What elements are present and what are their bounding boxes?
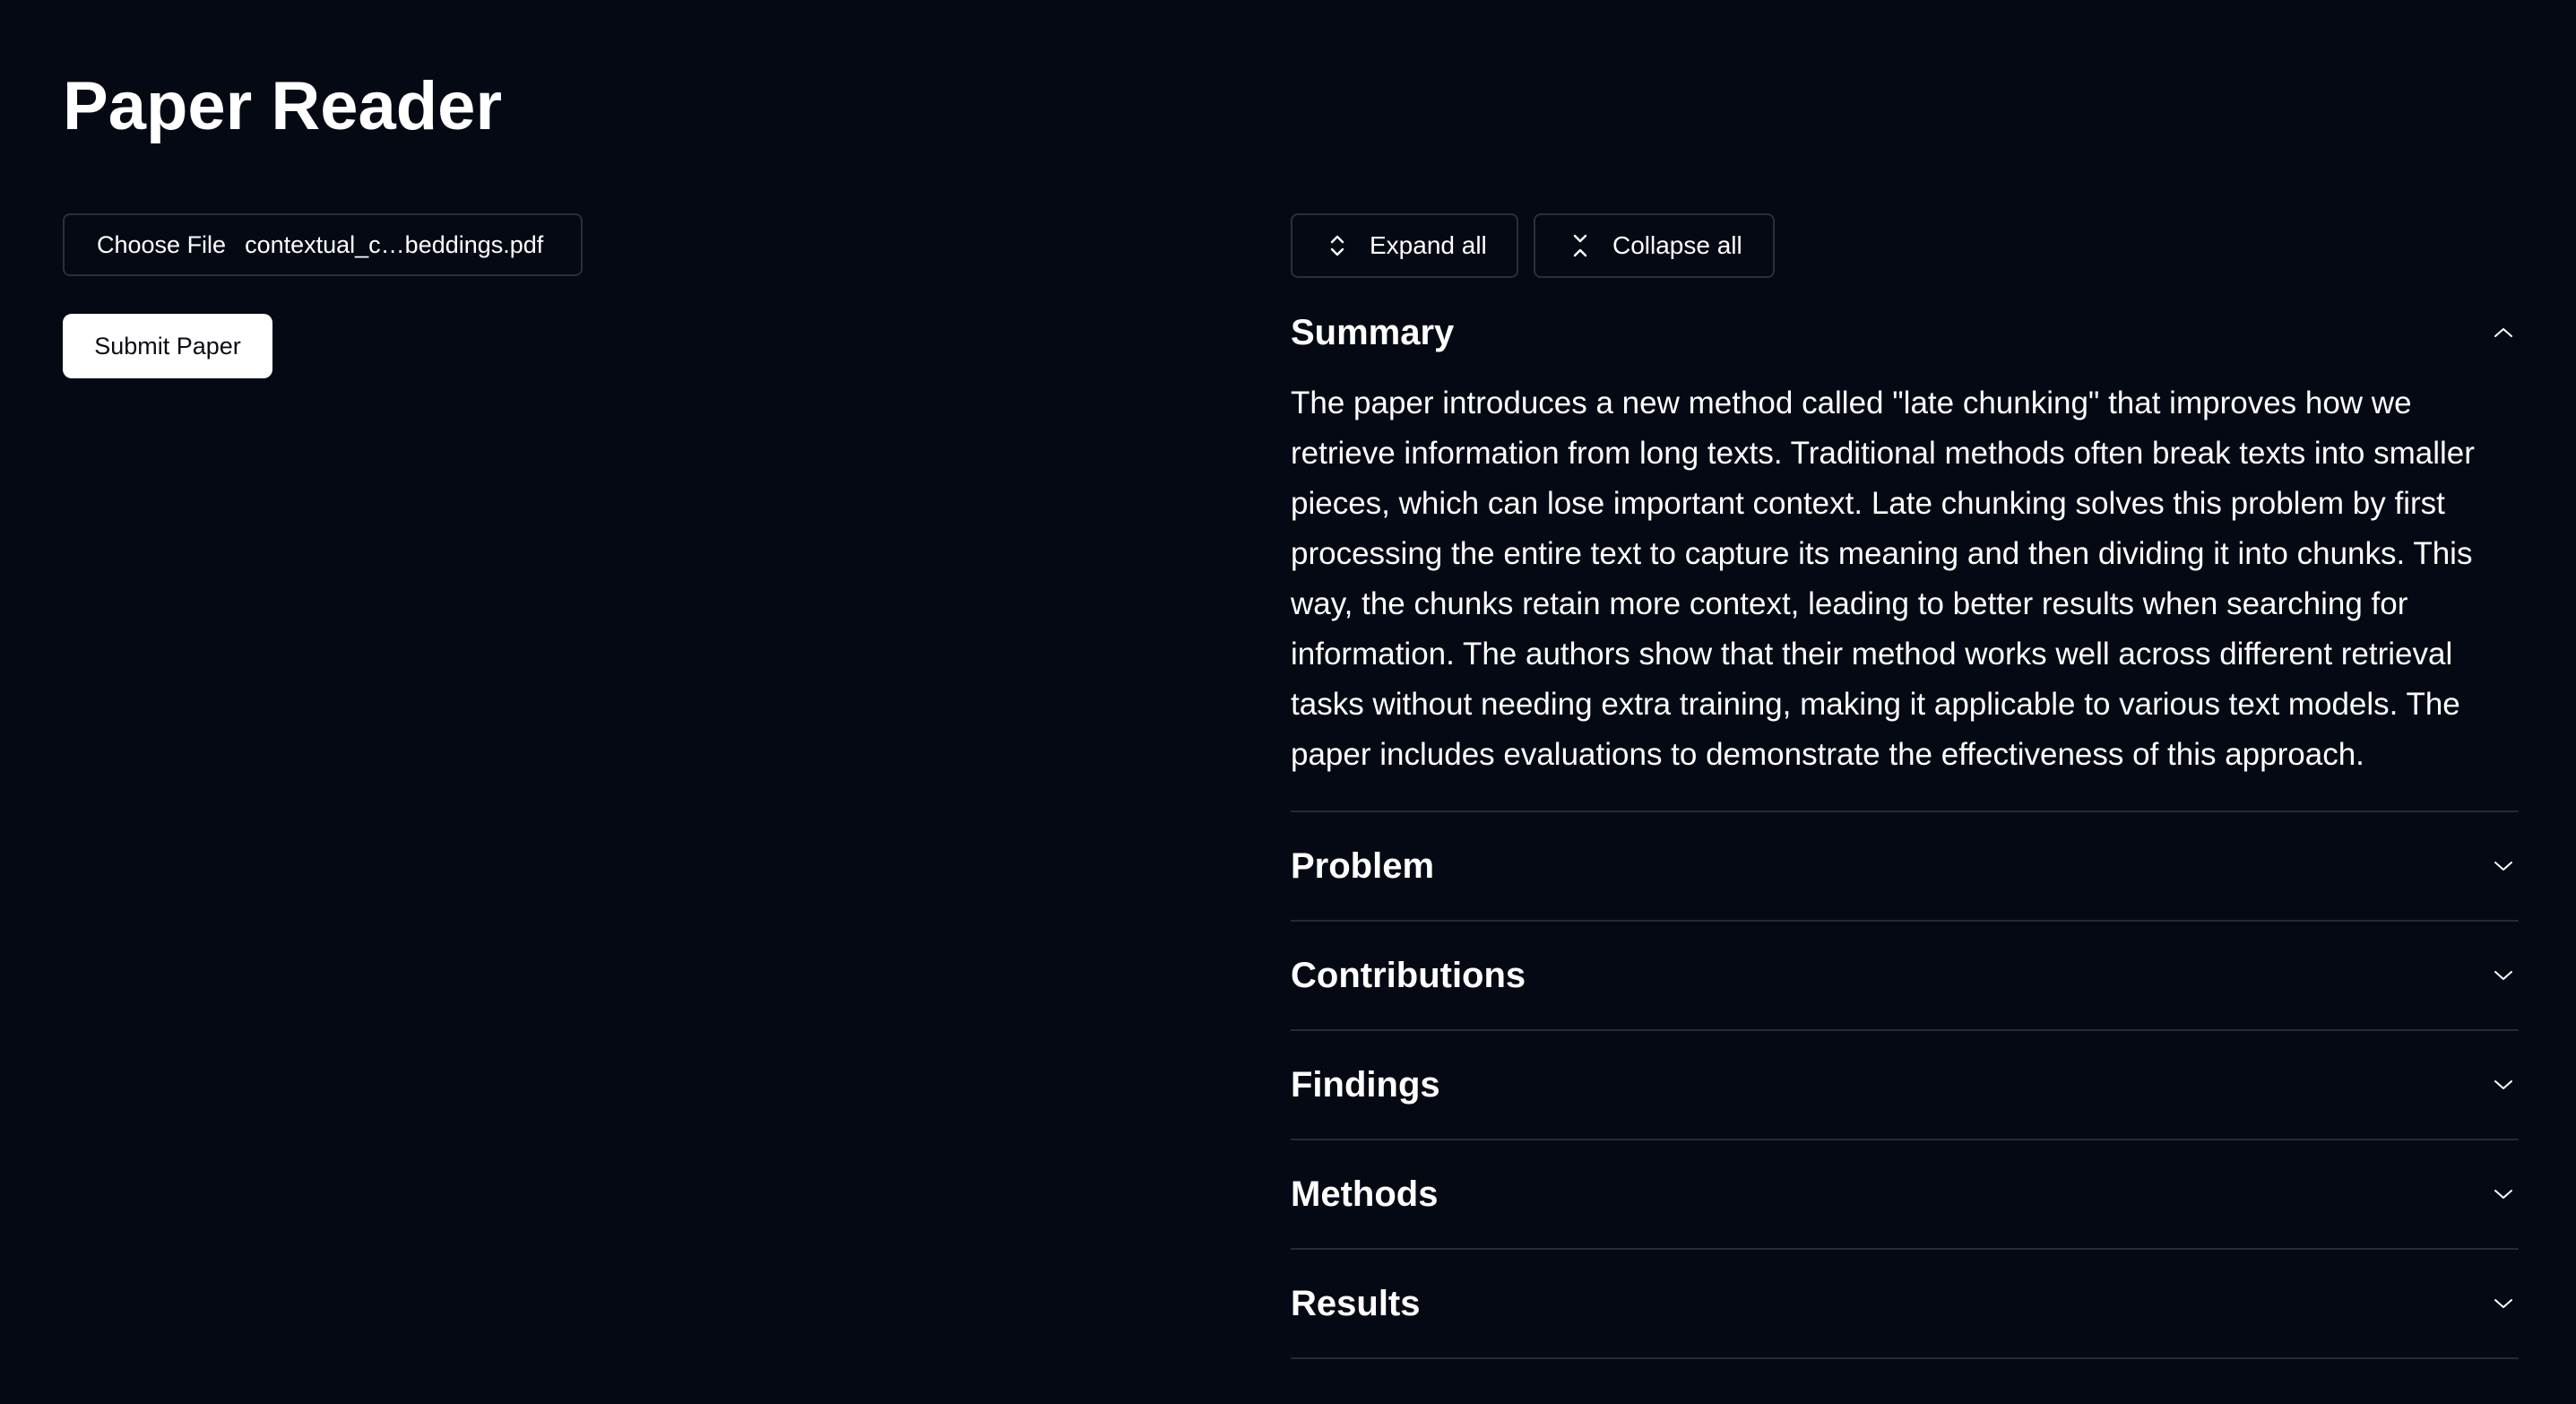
page-title: Paper Reader: [63, 68, 503, 144]
section-results-header[interactable]: Results: [1291, 1250, 2519, 1357]
expand-all-button[interactable]: Expand all: [1291, 213, 1518, 278]
section-problem-title: Problem: [1291, 845, 1435, 886]
section-contributions-title: Contributions: [1291, 955, 1526, 995]
section-problem: Problem: [1291, 812, 2519, 922]
chevron-down-icon: [2494, 971, 2512, 980]
section-methods: Methods: [1291, 1140, 2519, 1250]
selected-file-name: contextual_c…beddings.pdf: [245, 230, 544, 258]
section-findings-header[interactable]: Findings: [1291, 1031, 2519, 1139]
section-findings-title: Findings: [1291, 1064, 1440, 1105]
paper-reader-page: Paper Reader Choose File contextual_c…be…: [0, 0, 2576, 1404]
collapse-all-button[interactable]: Collapse all: [1534, 213, 1775, 278]
chevron-down-icon: [2494, 1190, 2512, 1199]
expand-all-label: Expand all: [1370, 231, 1487, 259]
chevron-down-icon: [2494, 1080, 2512, 1089]
paper-sections-accordion: Summary The paper introduces a new metho…: [1291, 287, 2519, 1359]
section-summary-header[interactable]: Summary: [1291, 287, 2519, 378]
section-findings: Findings: [1291, 1031, 2519, 1140]
section-problem-header[interactable]: Problem: [1291, 812, 2519, 920]
section-summary-title: Summary: [1291, 312, 1455, 352]
section-results-title: Results: [1291, 1283, 1421, 1323]
chevron-down-icon: [2494, 862, 2512, 871]
submit-paper-button[interactable]: Submit Paper: [63, 314, 272, 378]
chevron-down-icon: [2494, 1299, 2512, 1308]
chevrons-down-up-icon: [1573, 234, 1587, 257]
section-results: Results: [1291, 1250, 2519, 1359]
collapse-all-label: Collapse all: [1612, 231, 1742, 259]
chevron-up-icon: [2494, 328, 2512, 337]
section-contributions: Contributions: [1291, 922, 2519, 1031]
file-input[interactable]: Choose File contextual_c…beddings.pdf: [63, 213, 583, 276]
section-methods-header[interactable]: Methods: [1291, 1140, 2519, 1248]
section-methods-title: Methods: [1291, 1174, 1439, 1214]
section-summary: Summary The paper introduces a new metho…: [1291, 287, 2519, 812]
chevrons-up-down-icon: [1330, 235, 1344, 256]
section-contributions-header[interactable]: Contributions: [1291, 922, 2519, 1029]
choose-file-button[interactable]: Choose File: [97, 231, 226, 259]
summary-text: The paper introduces a new method called…: [1291, 386, 2475, 772]
